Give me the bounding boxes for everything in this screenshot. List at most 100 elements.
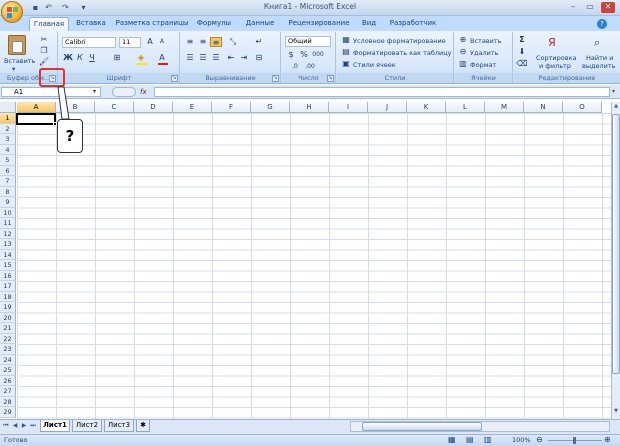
currency-icon[interactable]: $ xyxy=(285,50,297,60)
percent-button[interactable]: % xyxy=(298,50,310,60)
name-box-dropdown-icon[interactable]: ▾ xyxy=(93,88,96,95)
sort-filter-label-1[interactable]: Сортировка xyxy=(536,54,577,62)
column-header-c[interactable]: C xyxy=(95,102,134,113)
cut-icon[interactable]: ✂ xyxy=(38,35,50,45)
row-header-14[interactable]: 14 xyxy=(0,249,16,260)
row-header-20[interactable]: 20 xyxy=(0,312,16,323)
align-middle-icon[interactable]: ≡ xyxy=(197,37,209,47)
italic-button[interactable]: К xyxy=(74,53,86,63)
paste-button-label[interactable]: Вставить xyxy=(4,57,35,65)
expand-formula-bar-icon[interactable]: ▾ xyxy=(612,88,615,95)
insert-function-button[interactable]: fx xyxy=(140,87,152,97)
column-header-d[interactable]: D xyxy=(134,102,173,113)
row-header-25[interactable]: 25 xyxy=(0,365,16,376)
font-name-box[interactable]: Calibri xyxy=(62,37,116,48)
column-header-b[interactable]: B xyxy=(56,102,95,113)
tab-review[interactable]: Рецензирование xyxy=(286,17,352,31)
fill-color-icon[interactable]: ◈ xyxy=(135,53,147,63)
column-header-i[interactable]: I xyxy=(329,102,368,113)
conditional-formatting-icon[interactable]: ▦ xyxy=(340,35,352,45)
sheet-tab-1[interactable]: Лист1 xyxy=(40,420,70,432)
scroll-down-icon[interactable]: ▼ xyxy=(612,407,620,416)
fill-icon[interactable]: ⬇ xyxy=(516,47,528,57)
zoom-slider-thumb[interactable] xyxy=(573,437,576,444)
cell-styles-button[interactable]: Стили ячеек xyxy=(353,61,396,69)
tab-insert[interactable]: Вставка xyxy=(72,17,110,31)
decrease-indent-icon[interactable]: ⇤ xyxy=(225,53,237,63)
shrink-font-icon[interactable]: A xyxy=(156,37,168,47)
find-select-label-1[interactable]: Найти и xyxy=(586,54,613,62)
tab-developer[interactable]: Разработчик xyxy=(388,17,438,31)
autosum-button[interactable]: Σ xyxy=(516,35,528,45)
row-header-27[interactable]: 27 xyxy=(0,386,16,397)
scroll-up-icon[interactable]: ▲ xyxy=(612,102,620,111)
paste-icon[interactable] xyxy=(8,35,26,55)
merge-center-icon[interactable]: ⊟ xyxy=(253,53,265,63)
orientation-icon[interactable]: ⤡ xyxy=(227,37,239,47)
column-header-n[interactable]: N xyxy=(524,102,563,113)
row-header-12[interactable]: 12 xyxy=(0,228,16,239)
vertical-scrollbar[interactable]: ▲ ▼ xyxy=(611,102,620,419)
clear-icon[interactable]: ⌫ xyxy=(516,59,528,69)
tab-formulas[interactable]: Формулы xyxy=(194,17,234,31)
format-cells-button[interactable]: Формат xyxy=(470,61,496,69)
delete-cells-icon[interactable]: ⊖ xyxy=(457,47,469,57)
decrease-decimal-icon[interactable]: ,00 xyxy=(304,62,316,72)
row-header-9[interactable]: 9 xyxy=(0,197,16,208)
row-header-10[interactable]: 10 xyxy=(0,207,16,218)
number-launcher-icon[interactable]: ↘ xyxy=(327,75,334,82)
increase-indent-icon[interactable]: ⇥ xyxy=(238,53,250,63)
delete-cells-button[interactable]: Удалить xyxy=(470,49,498,57)
align-center-icon[interactable]: ☰ xyxy=(197,53,209,63)
wrap-text-icon[interactable]: ↵ xyxy=(253,37,265,47)
find-select-icon[interactable]: ⌕ xyxy=(589,35,605,51)
column-header-a[interactable]: A xyxy=(17,102,56,113)
next-sheet-icon[interactable]: ▶ xyxy=(20,422,28,430)
last-sheet-icon[interactable]: ⏭ xyxy=(29,422,37,430)
insert-cells-icon[interactable]: ⊕ xyxy=(457,35,469,45)
align-left-icon[interactable]: ☰ xyxy=(184,53,196,63)
close-icon[interactable]: ✕ xyxy=(601,2,615,13)
insert-sheet-icon[interactable]: ✱ xyxy=(136,420,150,432)
minimize-icon[interactable]: – xyxy=(566,2,580,13)
row-header-8[interactable]: 8 xyxy=(0,186,16,197)
align-bottom-icon[interactable]: ≡ xyxy=(210,37,222,47)
font-color-icon[interactable]: А xyxy=(156,53,168,63)
row-header-16[interactable]: 16 xyxy=(0,270,16,281)
cell-styles-icon[interactable]: ▣ xyxy=(340,59,352,69)
row-header-22[interactable]: 22 xyxy=(0,333,16,344)
column-header-k[interactable]: K xyxy=(407,102,446,113)
alignment-launcher-icon[interactable]: ↘ xyxy=(272,75,279,82)
row-header-4[interactable]: 4 xyxy=(0,144,16,155)
column-header-m[interactable]: M xyxy=(485,102,524,113)
help-icon[interactable]: ? xyxy=(597,19,607,29)
row-header-19[interactable]: 19 xyxy=(0,302,16,313)
column-header-o[interactable]: O xyxy=(563,102,602,113)
row-header-17[interactable]: 17 xyxy=(0,281,16,292)
row-header-28[interactable]: 28 xyxy=(0,396,16,407)
row-header-15[interactable]: 15 xyxy=(0,260,16,271)
font-launcher-icon[interactable]: ↘ xyxy=(171,75,178,82)
zoom-out-icon[interactable]: ⊖ xyxy=(536,435,543,444)
row-header-5[interactable]: 5 xyxy=(0,155,16,166)
row-header-3[interactable]: 3 xyxy=(0,134,16,145)
column-header-f[interactable]: F xyxy=(212,102,251,113)
align-right-icon[interactable]: ☰ xyxy=(210,53,222,63)
font-size-box[interactable]: 11 xyxy=(119,37,141,48)
active-cell[interactable] xyxy=(16,113,57,126)
sort-filter-label-2[interactable]: и фильтр xyxy=(539,62,571,70)
tab-home[interactable]: Главная xyxy=(29,17,69,31)
formula-bar-handle[interactable] xyxy=(112,87,136,97)
page-layout-view-icon[interactable]: ▤ xyxy=(466,435,474,444)
row-header-7[interactable]: 7 xyxy=(0,176,16,187)
bold-button[interactable]: Ж xyxy=(62,53,74,63)
conditional-formatting-button[interactable]: Условное форматирование xyxy=(353,37,446,45)
zoom-level[interactable]: 100% xyxy=(512,436,531,444)
column-header-l[interactable]: L xyxy=(446,102,485,113)
align-top-icon[interactable]: ≡ xyxy=(184,37,196,47)
column-header-g[interactable]: G xyxy=(251,102,290,113)
format-painter-icon[interactable]: 🖌 xyxy=(38,57,50,67)
row-header-18[interactable]: 18 xyxy=(0,291,16,302)
sheet-tab-3[interactable]: Лист3 xyxy=(104,420,134,432)
copy-icon[interactable]: ❐ xyxy=(38,46,50,56)
